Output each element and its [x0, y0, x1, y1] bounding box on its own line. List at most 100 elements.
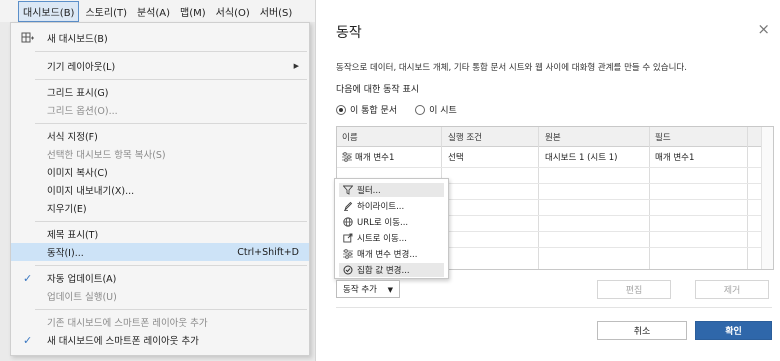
radio-label: 이 통합 문서	[350, 106, 398, 116]
menu-item-show-title[interactable]: 제목 표시(T)	[11, 225, 309, 243]
radio-this-workbook[interactable]	[336, 104, 346, 115]
popup-item-go-to-url[interactable]: URL로 이동...	[339, 215, 444, 229]
popup-item-go-to-sheet[interactable]: 시트로 이동...	[339, 231, 444, 245]
filter-icon	[343, 185, 353, 195]
menu-item-export-image[interactable]: 이미지 내보내기(X)...	[11, 181, 309, 199]
menu-item-auto-update[interactable]: ✓ 자동 업데이트(A)	[11, 269, 309, 287]
menu-item-add-phone-layout-existing[interactable]: 기존 대시보드에 스마트폰 레이아웃 추가	[11, 313, 309, 331]
dialog-divider	[336, 307, 772, 308]
show-actions-for-label: 다음에 대한 동작 표시	[336, 85, 420, 95]
checkmark-icon: ✓	[23, 271, 33, 285]
checkmark-icon: ✓	[23, 333, 33, 347]
add-action-popup-menu: 필터... 하이라이트... URL로 이동... 시트로 이동... 매개 변…	[334, 178, 449, 279]
menu-item-label: 기존 대시보드에 스마트폰 레이아웃 추가	[47, 318, 208, 329]
menu-item-label: 서식 지정(F)	[47, 132, 98, 143]
chevron-down-icon: ▼	[387, 286, 393, 294]
cell-fields: 매개 변수1	[655, 153, 695, 163]
add-action-button[interactable]: 동작 추가 ▼	[336, 280, 400, 298]
popup-item-highlight[interactable]: 하이라이트...	[339, 199, 444, 213]
column-header-source[interactable]: 원본	[545, 131, 561, 143]
cancel-button[interactable]: 취소	[597, 321, 687, 340]
table-header: 이름 실행 조건 원본 필드	[337, 127, 773, 147]
menu-bar: 대시보드(B) 스토리(T) 분석(A) 맵(M) 서식(O) 서버(S)	[0, 0, 315, 22]
menu-item-run-update[interactable]: 업데이트 실행(U)	[11, 287, 309, 305]
menu-item-clear[interactable]: 지우기(E)	[11, 199, 309, 217]
popup-item-label: 시트로 이동...	[357, 234, 407, 244]
dialog-description: 동작으로 데이터, 대시보드 개체, 기타 통합 문서 시트와 웹 사이에 대화…	[336, 63, 687, 73]
menu-item-new-dashboard[interactable]: 새 대시보드(B)	[11, 29, 309, 47]
menu-item-format[interactable]: 서식 지정(F)	[11, 127, 309, 145]
cell-run-on: 선택	[448, 153, 464, 163]
highlight-icon	[344, 201, 353, 211]
menu-item-shortcut: Ctrl+Shift+D	[237, 246, 299, 258]
popup-item-change-parameter[interactable]: 매개 변수 변경...	[339, 247, 444, 261]
menu-item-label: 이미지 내보내기(X)...	[47, 186, 135, 197]
edit-button[interactable]: 편집	[597, 280, 671, 299]
table-scrollbar[interactable]	[761, 127, 773, 269]
dashboard-dropdown-menu: 새 대시보드(B) 기기 레이아웃(L) ▶ 그리드 표시(G) 그리드 옵션(…	[10, 22, 310, 356]
menu-item-label: 새 대시보드에 스마트폰 레이아웃 추가	[47, 336, 199, 347]
close-icon[interactable]: ×	[757, 20, 770, 38]
menu-item-grid-options[interactable]: 그리드 옵션(O)...	[11, 101, 309, 119]
scope-radio-group: 이 통합 문서 이 시트	[336, 103, 475, 116]
popup-item-filter[interactable]: 필터...	[339, 183, 444, 197]
menu-item-copy-image[interactable]: 이미지 복사(C)	[11, 163, 309, 181]
globe-icon	[343, 217, 353, 227]
menu-dashboard[interactable]: 대시보드(B)	[18, 0, 80, 22]
cell-source: 대시보드 1 (시트 1)	[545, 153, 618, 163]
menu-item-device-layout[interactable]: 기기 레이아웃(L) ▶	[11, 57, 309, 75]
menu-item-label: 그리드 표시(G)	[47, 88, 109, 99]
menu-item-label: 선택한 대시보드 항목 복사(S)	[47, 150, 166, 161]
app-root: 대시보드(B) 스토리(T) 분석(A) 맵(M) 서식(O) 서버(S) 새 …	[0, 0, 780, 361]
popup-item-label: 필터...	[357, 186, 381, 196]
menu-item-label: 그리드 옵션(O)...	[47, 106, 118, 117]
menu-server[interactable]: 서버(S)	[256, 2, 297, 21]
dialog-title: 동작	[336, 25, 362, 41]
menu-separator	[35, 123, 307, 124]
menu-item-label: 업데이트 실행(U)	[47, 292, 117, 303]
menu-item-add-phone-layout-new[interactable]: ✓ 새 대시보드에 스마트폰 레이아웃 추가	[11, 331, 309, 349]
radio-this-sheet[interactable]	[415, 104, 426, 115]
parameter-icon	[343, 249, 353, 259]
menu-item-label: 지우기(E)	[47, 204, 87, 215]
submenu-arrow-icon: ▶	[293, 62, 299, 70]
menu-separator	[35, 221, 307, 222]
menu-item-copy-selected[interactable]: 선택한 대시보드 항목 복사(S)	[11, 145, 309, 163]
menu-format[interactable]: 서식(O)	[212, 2, 254, 21]
menu-item-label: 자동 업데이트(A)	[47, 274, 117, 285]
menu-item-actions[interactable]: 동작(I)... Ctrl+Shift+D	[11, 243, 309, 261]
popup-item-label: 하이라이트...	[357, 202, 405, 212]
menu-separator	[35, 265, 307, 266]
menu-story[interactable]: 스토리(T)	[81, 2, 131, 21]
column-header-run-on[interactable]: 실행 조건	[448, 131, 482, 143]
menu-item-label: 동작(I)...	[47, 248, 84, 259]
go-to-sheet-icon	[343, 233, 353, 243]
cell-name: 매개 변수1	[355, 153, 395, 163]
column-header-fields[interactable]: 필드	[655, 131, 671, 143]
menu-item-label: 제목 표시(T)	[47, 230, 99, 241]
radio-label: 이 시트	[429, 106, 457, 116]
ok-button[interactable]: 확인	[695, 321, 772, 340]
app-left-edge	[0, 22, 10, 361]
popup-item-label: 매개 변수 변경...	[357, 250, 418, 260]
menu-item-show-grid[interactable]: 그리드 표시(G)	[11, 83, 309, 101]
popup-item-label: URL로 이동...	[357, 218, 409, 228]
column-header-name[interactable]: 이름	[342, 131, 358, 143]
menu-separator	[35, 79, 307, 80]
menu-separator	[35, 51, 307, 52]
parameter-icon	[342, 152, 352, 162]
row-divider	[337, 167, 773, 168]
menu-item-label: 기기 레이아웃(L)	[47, 62, 116, 73]
menu-analysis[interactable]: 분석(A)	[133, 2, 174, 21]
actions-dialog: 동작 × 동작으로 데이터, 대시보드 개체, 기타 통합 문서 시트와 웹 사…	[315, 0, 780, 361]
menu-map[interactable]: 맵(M)	[176, 2, 210, 21]
menu-separator	[35, 309, 307, 310]
set-icon	[343, 265, 353, 275]
menu-item-label: 이미지 복사(C)	[47, 168, 108, 179]
remove-button[interactable]: 제거	[695, 280, 769, 299]
menu-item-label: 새 대시보드(B)	[47, 34, 108, 45]
popup-item-label: 집합 값 변경...	[357, 266, 410, 276]
popup-item-change-set-values[interactable]: 집합 값 변경...	[339, 263, 444, 277]
new-dashboard-icon	[21, 32, 34, 43]
add-action-label: 동작 추가	[343, 285, 377, 295]
